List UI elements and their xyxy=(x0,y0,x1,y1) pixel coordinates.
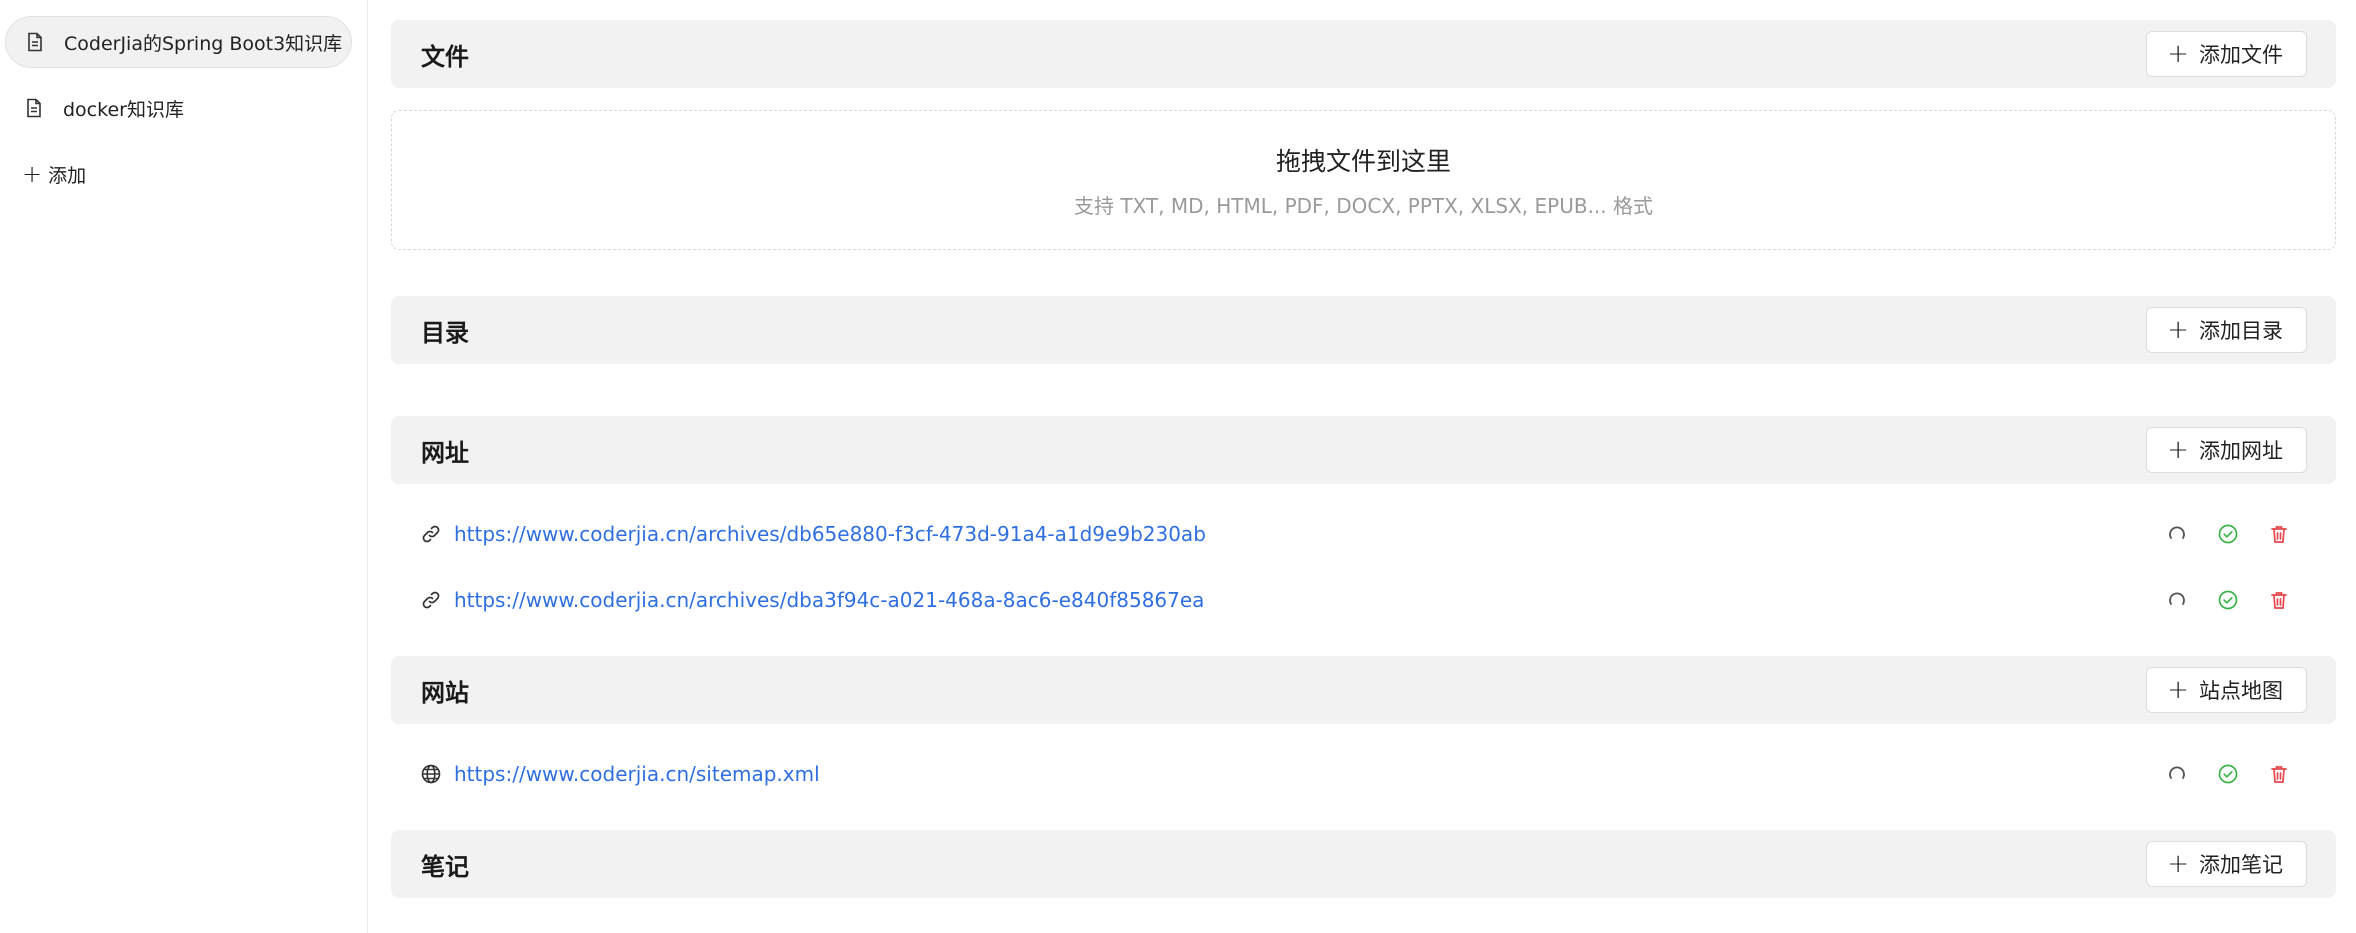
check-circle-icon[interactable] xyxy=(2217,763,2239,785)
url-link[interactable]: https://www.coderjia.cn/archives/dba3f94… xyxy=(454,588,1204,612)
plus-icon: + xyxy=(2167,39,2189,69)
document-icon xyxy=(23,97,45,119)
add-file-label: 添加文件 xyxy=(2199,43,2283,67)
plus-icon: + xyxy=(22,160,43,188)
sitemap-label: 站点地图 xyxy=(2199,679,2283,703)
add-directory-label: 添加目录 xyxy=(2199,319,2283,343)
link-icon xyxy=(420,589,442,611)
urls-section-title: 网址 xyxy=(421,438,469,467)
files-section-header: 文件 + 添加文件 xyxy=(391,20,2336,88)
trash-icon[interactable] xyxy=(2268,763,2290,785)
add-note-label: 添加笔记 xyxy=(2199,853,2283,877)
sidebar-item-spring-boot3-kb[interactable]: CoderJia的Spring Boot3知识库 xyxy=(5,16,352,68)
sites-section-title: 网站 xyxy=(421,678,469,707)
document-icon xyxy=(24,31,46,53)
refresh-icon[interactable] xyxy=(2166,763,2188,785)
sidebar-item-label: CoderJia的Spring Boot3知识库 xyxy=(64,32,343,55)
add-note-button[interactable]: + 添加笔记 xyxy=(2146,841,2307,887)
sites-section-header: 网站 + 站点地图 xyxy=(391,656,2336,724)
plus-icon: + xyxy=(2167,315,2189,345)
notes-section-header: 笔记 + 添加笔记 xyxy=(391,830,2336,898)
check-circle-icon[interactable] xyxy=(2217,589,2239,611)
url-link[interactable]: https://www.coderjia.cn/archives/db65e88… xyxy=(454,522,1206,546)
add-knowledge-base-button[interactable]: + 添加 xyxy=(22,158,86,190)
plus-icon: + xyxy=(2167,675,2189,705)
url-list-item: https://www.coderjia.cn/archives/dba3f94… xyxy=(391,580,2336,620)
sidebar-item-docker-kb[interactable]: docker知识库 xyxy=(5,82,352,134)
urls-section-header: 网址 + 添加网址 xyxy=(391,416,2336,484)
add-label: 添加 xyxy=(48,164,87,187)
directory-section-title: 目录 xyxy=(421,318,469,347)
refresh-icon[interactable] xyxy=(2166,523,2188,545)
site-list-item: https://www.coderjia.cn/sitemap.xml xyxy=(391,754,2336,794)
dropzone-title: 拖拽文件到这里 xyxy=(1275,146,1451,176)
trash-icon[interactable] xyxy=(2268,589,2290,611)
trash-icon[interactable] xyxy=(2268,523,2290,545)
refresh-icon[interactable] xyxy=(2166,589,2188,611)
link-icon xyxy=(420,523,442,545)
sidebar-item-label: docker知识库 xyxy=(63,98,184,121)
file-dropzone[interactable]: 拖拽文件到这里 支持 TXT, MD, HTML, PDF, DOCX, PPT… xyxy=(391,110,2336,250)
plus-icon: + xyxy=(2167,849,2189,879)
add-url-button[interactable]: + 添加网址 xyxy=(2146,427,2307,473)
dropzone-subtitle: 支持 TXT, MD, HTML, PDF, DOCX, PPTX, XLSX,… xyxy=(1074,193,1653,218)
sidebar: CoderJia的Spring Boot3知识库 docker知识库 + 添加 xyxy=(0,0,368,933)
notes-section-title: 笔记 xyxy=(421,852,469,881)
add-url-label: 添加网址 xyxy=(2199,439,2283,463)
files-section-title: 文件 xyxy=(421,42,469,71)
directory-section-header: 目录 + 添加目录 xyxy=(391,296,2336,364)
url-list-item: https://www.coderjia.cn/archives/db65e88… xyxy=(391,514,2336,554)
plus-icon: + xyxy=(2167,435,2189,465)
globe-icon xyxy=(420,763,442,785)
site-link[interactable]: https://www.coderjia.cn/sitemap.xml xyxy=(454,762,820,786)
check-circle-icon[interactable] xyxy=(2217,523,2239,545)
add-file-button[interactable]: + 添加文件 xyxy=(2146,31,2307,77)
main-content: 文件 + 添加文件 拖拽文件到这里 支持 TXT, MD, HTML, PDF,… xyxy=(391,0,2336,933)
sitemap-button[interactable]: + 站点地图 xyxy=(2146,667,2307,713)
app-root: CoderJia的Spring Boot3知识库 docker知识库 + 添加 … xyxy=(0,0,2356,933)
add-directory-button[interactable]: + 添加目录 xyxy=(2146,307,2307,353)
